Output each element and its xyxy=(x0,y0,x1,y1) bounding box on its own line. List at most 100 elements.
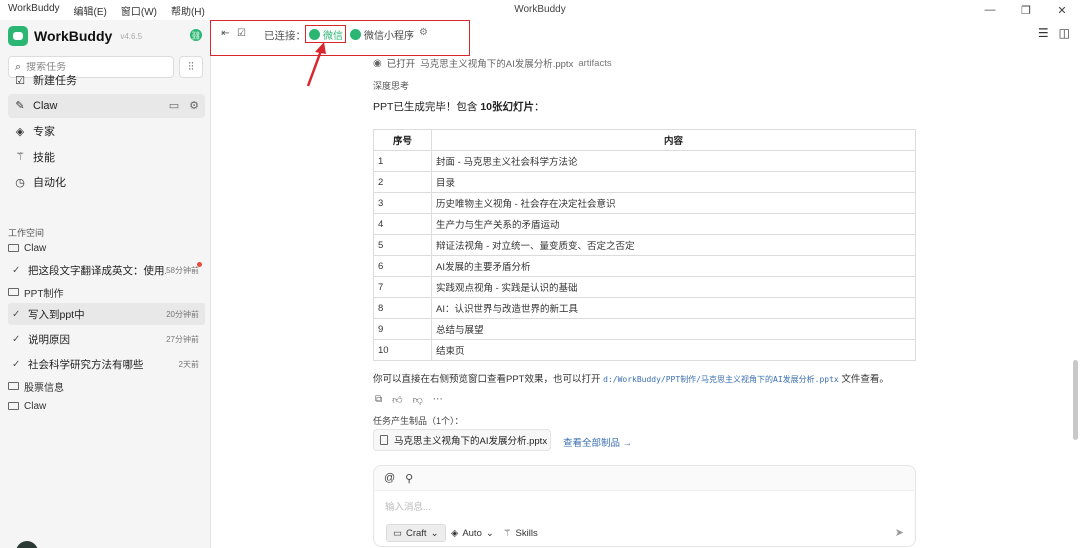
at-mention-icon[interactable]: @ xyxy=(384,472,395,485)
folder-icon xyxy=(8,402,19,410)
done-message: PPT已生成完毕！包含 10张幻灯片： xyxy=(373,99,545,114)
message-input[interactable] xyxy=(375,490,914,518)
task-title: 写入到ppt中 xyxy=(28,308,85,321)
nav-label: 专家 xyxy=(33,126,55,138)
magic-wand-icon: ⚚ xyxy=(503,527,512,539)
opened-file[interactable]: 马克思主义视角下的AI发展分析.pptx xyxy=(420,56,573,70)
wechat-icon xyxy=(309,28,320,40)
composer-bottom-bar: ▭ Craft ⌄ ◈ Auto ⌄ ⚚ Skills ➤ xyxy=(375,518,914,546)
sidebar-nav: ☑ 新建任务 ✎ Claw ▭ ⚙ ◈ 专家 ⚚ 技能 ◷ 自动化 xyxy=(8,68,205,196)
folder-claw-2[interactable]: Claw xyxy=(8,396,205,416)
mini-program-icon xyxy=(350,29,361,40)
avatar[interactable] xyxy=(16,541,38,548)
menu-edit[interactable]: 编辑(E) xyxy=(74,3,107,18)
feedback-actions: ⧉ 👍︎ 👎︎ ⋯ xyxy=(375,394,443,406)
table-header: 内容 xyxy=(431,129,916,151)
nav-claw[interactable]: ✎ Claw ▭ ⚙ xyxy=(8,93,205,118)
task-time: 58分钟前 xyxy=(166,265,199,275)
model-select[interactable]: ◈ Auto ⌄ xyxy=(445,524,500,542)
document-icon xyxy=(380,435,388,445)
copy-icon[interactable]: ⧉ xyxy=(375,394,382,406)
nav-skills[interactable]: ⚚ 技能 xyxy=(8,145,205,169)
menu-list-icon[interactable]: ☰ xyxy=(1038,26,1049,40)
table-row: 8 AI：认识世界与改造世界的新工具 xyxy=(373,297,916,319)
file-path-link[interactable]: d:/WorkBuddy/PPT制作/马克思主义视角下的AI发展分析.pptx xyxy=(603,375,839,384)
collapse-sidebar-icon[interactable]: ⇤ xyxy=(220,28,231,39)
task-item[interactable]: ✓ 写入到ppt中 20分钟前 xyxy=(8,303,205,325)
folder-icon xyxy=(8,244,19,252)
table-cell: 9 xyxy=(373,318,432,340)
connected-label: 已连接： xyxy=(264,30,306,42)
opened-tag: artifacts xyxy=(578,57,612,69)
split-panel-icon[interactable]: ◫ xyxy=(1059,26,1070,40)
preview-message: 你可以直接在右侧预览窗口查看PPT效果，也可以打开 d:/WorkBuddy/P… xyxy=(373,371,889,385)
check-icon: ✓ xyxy=(12,264,21,276)
link-status-icon[interactable]: ⛓ xyxy=(190,29,202,41)
model-label: Auto xyxy=(462,527,482,539)
check-icon: ✓ xyxy=(12,358,21,370)
nav-expert[interactable]: ◈ 专家 xyxy=(8,119,205,143)
nav-automation[interactable]: ◷ 自动化 xyxy=(8,170,205,194)
thumbs-up-icon[interactable]: 👍︎ xyxy=(392,394,402,406)
chevron-down-icon: ⌄ xyxy=(430,527,439,539)
artifact-file[interactable]: 马克思主义视角下的AI发展分析.pptx xyxy=(373,429,551,451)
folder-stocks[interactable]: 股票信息 xyxy=(8,376,205,396)
table-cell: 辩证法视角 - 对立统一、量变质变、否定之否定 xyxy=(431,234,916,256)
gear-icon[interactable]: ⚙ xyxy=(189,99,199,112)
task-time: 2天前 xyxy=(178,359,199,369)
table-header: 序号 xyxy=(373,129,432,151)
skills-button[interactable]: ⚚ Skills xyxy=(497,524,544,542)
send-icon[interactable]: ➤ xyxy=(895,526,904,539)
folder-claw[interactable]: Claw xyxy=(8,238,205,258)
version-label: v4.6.5 xyxy=(120,31,143,41)
table-row: 5 辩证法视角 - 对立统一、量变质变、否定之否定 xyxy=(373,234,916,256)
folder-open-icon[interactable]: ▭ xyxy=(169,99,179,112)
wechat-connection[interactable]: 微信 xyxy=(305,25,346,43)
menu-app[interactable]: WorkBuddy xyxy=(8,3,60,18)
window-controls: — ❐ ✕ xyxy=(972,0,1080,20)
task-title: 社会科学研究方法有哪些 xyxy=(28,358,144,371)
table-cell: 5 xyxy=(373,234,432,256)
mode-label: Craft xyxy=(405,527,427,539)
table-row: 9 总结与展望 xyxy=(373,318,916,340)
menu-window[interactable]: 窗口(W) xyxy=(121,3,157,18)
table-row: 6 AI发展的主要矛盾分析 xyxy=(373,255,916,277)
table-cell: 结束页 xyxy=(431,339,916,361)
task-item[interactable]: ✓ 把这段文字翻译成英文：使用... 58分钟前 xyxy=(8,259,205,281)
task-item[interactable]: ✓ 说明原因 27分钟前 xyxy=(8,328,205,350)
unread-dot xyxy=(197,262,202,267)
folder-ppt[interactable]: PPT制作 xyxy=(8,282,205,302)
thinking-label[interactable]: 深度思考 xyxy=(373,79,409,92)
chevron-down-icon: ⌄ xyxy=(485,527,494,539)
more-icon[interactable]: ⋯ xyxy=(433,394,443,406)
workbuddy-logo-icon xyxy=(8,26,28,46)
table-header-row: 序号 内容 xyxy=(373,129,916,151)
task-item[interactable]: ✓ 社会科学研究方法有哪些 2天前 xyxy=(8,353,205,375)
done-count: 10张幻灯片 xyxy=(480,101,535,113)
task-time: 27分钟前 xyxy=(166,334,199,344)
preview-prefix: 你可以直接在右侧预览窗口查看PPT效果，也可以打开 xyxy=(373,374,604,385)
opened-prefix: 已打开 xyxy=(386,59,416,70)
mode-select[interactable]: ▭ Craft ⌄ xyxy=(386,524,446,542)
nav-new-task[interactable]: ☑ 新建任务 xyxy=(8,68,205,92)
view-all-artifacts-link[interactable]: 查看全部制品 → xyxy=(563,435,632,449)
table-cell: 历史唯物主义视角 - 社会存在决定社会意识 xyxy=(431,192,916,214)
mini-program-label: 微信小程序 xyxy=(364,31,414,42)
maximize-button[interactable]: ❐ xyxy=(1008,0,1044,20)
minimize-button[interactable]: — xyxy=(972,0,1008,20)
mini-program-connection[interactable]: 微信小程序 xyxy=(350,27,414,42)
workspace-tree: Claw ✓ 把这段文字翻译成英文：使用... 58分钟前 PPT制作 ✓ 写入… xyxy=(8,238,205,416)
paperclip-icon[interactable]: ⚲ xyxy=(405,472,413,485)
craft-icon: ▭ xyxy=(393,527,402,539)
menu-help[interactable]: 帮助(H) xyxy=(171,3,205,18)
task-time: 20分钟前 xyxy=(166,309,199,319)
task-title: 说明原因 xyxy=(28,333,70,346)
thumbs-down-icon[interactable]: 👎︎ xyxy=(413,394,423,406)
folder-icon xyxy=(8,288,19,296)
connection-settings-icon[interactable]: ⚙ xyxy=(419,27,428,38)
table-cell: 目录 xyxy=(431,171,916,193)
new-task-icon[interactable]: ☑ xyxy=(236,28,247,39)
done-suffix: ： xyxy=(534,101,545,113)
close-button[interactable]: ✕ xyxy=(1044,0,1080,20)
scrollbar[interactable] xyxy=(1073,360,1078,440)
